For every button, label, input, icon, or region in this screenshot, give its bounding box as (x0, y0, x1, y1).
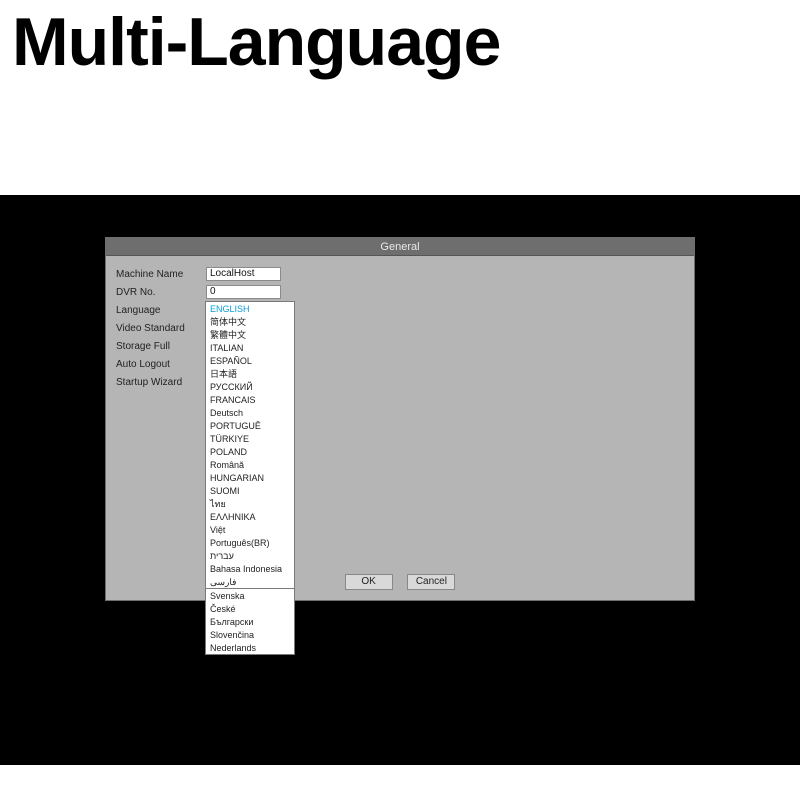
language-option[interactable]: HUNGARIAN (206, 471, 294, 484)
dialog-title: General (106, 238, 694, 256)
language-option[interactable]: ESPAÑOL (206, 354, 294, 367)
input-machine-name[interactable]: LocalHost (206, 267, 281, 281)
language-option[interactable]: Slovenčina (206, 628, 294, 641)
row-auto-logout: Auto Logout (116, 356, 684, 372)
language-option[interactable]: Svenska (206, 588, 294, 602)
label-startup-wizard: Startup Wizard (116, 377, 206, 388)
ok-button[interactable]: OK (345, 574, 393, 590)
language-option[interactable]: České (206, 602, 294, 615)
language-option[interactable]: ITALIAN (206, 341, 294, 354)
label-language: Language (116, 305, 206, 316)
cancel-button[interactable]: Cancel (407, 574, 455, 590)
language-option[interactable]: Português(BR) (206, 536, 294, 549)
input-dvr-no[interactable]: 0 (206, 285, 281, 299)
language-option[interactable]: Nederlands (206, 641, 294, 654)
language-dropdown[interactable]: ENGLISH简体中文繁體中文ITALIANESPAÑOL日本語РУССКИЙF… (205, 301, 295, 655)
language-option[interactable]: فارسی (206, 575, 294, 588)
label-dvr-no: DVR No. (116, 287, 206, 298)
row-dvr-no: DVR No. 0 (116, 284, 684, 300)
language-option[interactable]: FRANCAIS (206, 393, 294, 406)
device-screen: General Machine Name LocalHost DVR No. 0… (0, 195, 800, 765)
row-startup-wizard: Startup Wizard (116, 374, 684, 390)
language-option[interactable]: עברית (206, 549, 294, 562)
language-option[interactable]: 日本語 (206, 367, 294, 380)
language-option[interactable]: Bahasa Indonesia (206, 562, 294, 575)
label-storage-full: Storage Full (116, 341, 206, 352)
dialog-button-row: OK Cancel (106, 574, 694, 590)
row-storage-full: Storage Full (116, 338, 684, 354)
language-option[interactable]: ENGLISH (206, 302, 294, 315)
language-option[interactable]: TÜRKIYE (206, 432, 294, 445)
dialog-body: Machine Name LocalHost DVR No. 0 Languag… (106, 256, 694, 600)
language-option[interactable]: ไทย (206, 497, 294, 510)
label-video-standard: Video Standard (116, 323, 206, 334)
language-option[interactable]: ΕΛΛΗΝΙΚΑ (206, 510, 294, 523)
language-option[interactable]: 简体中文 (206, 315, 294, 328)
language-option[interactable]: POLAND (206, 445, 294, 458)
language-option[interactable]: Việt (206, 523, 294, 536)
language-option[interactable]: РУССКИЙ (206, 380, 294, 393)
row-machine-name: Machine Name LocalHost (116, 266, 684, 282)
language-option[interactable]: PORTUGUÊ (206, 419, 294, 432)
language-option[interactable]: Български (206, 615, 294, 628)
language-option[interactable]: Română (206, 458, 294, 471)
page-headline: Multi-Language (0, 0, 800, 75)
language-option[interactable]: SUOMI (206, 484, 294, 497)
language-option[interactable]: 繁體中文 (206, 328, 294, 341)
row-video-standard: Video Standard (116, 320, 684, 336)
general-dialog: General Machine Name LocalHost DVR No. 0… (105, 237, 695, 601)
row-language: Language ENGLISH ▾ (116, 302, 684, 318)
language-option[interactable]: Deutsch (206, 406, 294, 419)
label-machine-name: Machine Name (116, 269, 206, 280)
label-auto-logout: Auto Logout (116, 359, 206, 370)
